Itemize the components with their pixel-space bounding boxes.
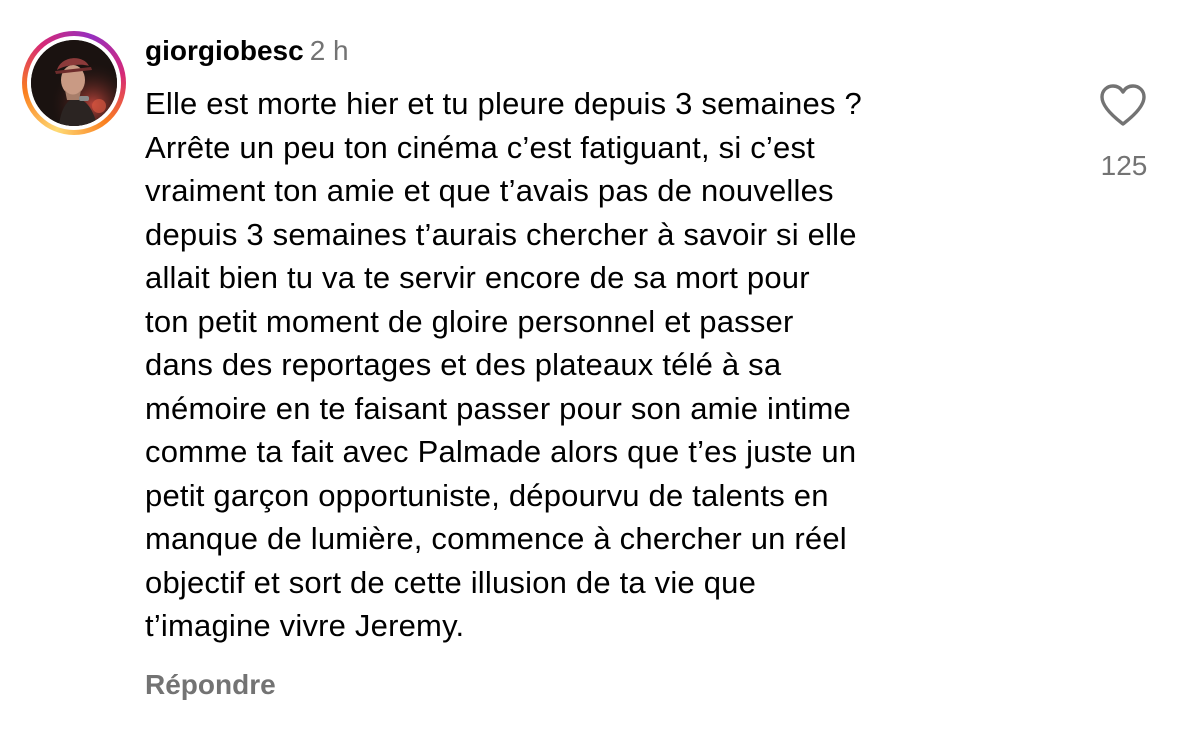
comment-text-line: objectif et sort de cette illusion de ta… [145, 564, 757, 600]
comment-text-line: dans des reportages et des plateaux télé… [145, 347, 782, 382]
heart-outline-icon [1100, 84, 1146, 126]
comment-header: giorgiobesc 2 h [145, 33, 349, 69]
comment-item: giorgiobesc 2 h Elle est morte hier et tu… [0, 0, 1200, 733]
avatar[interactable] [31, 40, 117, 126]
comment-text-line: t’imagine vivre Jeremy. [145, 608, 465, 643]
comment-text-line: ton petit moment de gloire personnel et … [145, 303, 794, 339]
like-count: 125 [1100, 150, 1148, 181]
username-link[interactable]: giorgiobesc [145, 35, 304, 66]
comment-text-line: manque de lumière, commence à chercher u… [145, 521, 847, 556]
comment-text-line: depuis 3 semaines t’aurais chercher à sa… [145, 216, 857, 252]
comment-text-line: Elle est morte hier et tu pleure depuis … [145, 86, 862, 121]
avatar-gap [27, 36, 121, 130]
comment-text-line: Arrête un peu ton cinéma c’est fatiguant… [145, 129, 815, 165]
comment-text-line: comme ta fait avec Palmade alors que t’e… [145, 434, 857, 469]
comment-text: Elle est morte hier et tu pleure depuis … [145, 82, 1075, 648]
comment-timestamp: 2 h [309, 35, 349, 66]
story-ring[interactable] [22, 31, 126, 135]
avatar-photo [31, 40, 117, 126]
reply-button[interactable]: Répondre [145, 667, 276, 703]
comment-text-line: petit garçon opportuniste, dépourvu de t… [145, 477, 829, 513]
comment-text-line: vraiment ton amie et que t’avais pas de … [145, 173, 834, 208]
like-button[interactable] [1098, 82, 1148, 128]
comment-text-line: mémoire en te faisant passer pour son am… [145, 390, 851, 426]
comment-text-line: allait bien tu va te servir encore de sa… [145, 260, 810, 295]
